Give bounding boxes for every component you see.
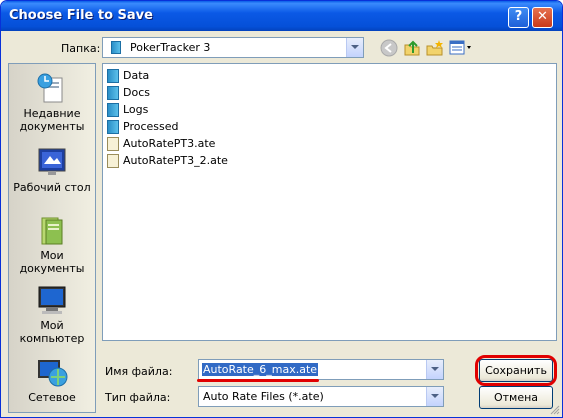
back-icon[interactable] (380, 39, 398, 57)
filename-field[interactable]: AutoRate_6_max.ate (198, 359, 444, 380)
place-desktop[interactable]: Рабочий стол (9, 146, 95, 194)
folder-icon (107, 86, 119, 100)
place-network-label: Сетевое (28, 391, 76, 404)
location-value: PokerTracker 3 (130, 41, 211, 54)
place-recent[interactable]: Недавние документы (9, 72, 95, 133)
network-icon (36, 356, 68, 388)
file-icon (107, 137, 119, 151)
filetype-label: Тип файла: (105, 391, 171, 404)
file-icon (107, 154, 119, 168)
resize-grip-icon[interactable] (550, 405, 560, 415)
new-folder-icon[interactable] (426, 39, 444, 57)
close-button[interactable]: ✕ (532, 7, 553, 28)
save-dialog: Choose File to Save ? ✕ Папка: PokerTrac… (0, 0, 563, 418)
place-desktop-label: Рабочий стол (13, 181, 91, 194)
place-my-computer-label: Мой компьютер (19, 319, 85, 345)
place-my-documents-label: Мои документы (19, 249, 85, 275)
my-documents-icon (36, 214, 68, 246)
annotation-underline (197, 379, 319, 382)
filetype-select[interactable]: Auto Rate Files (*.ate) (198, 386, 444, 407)
file-list[interactable]: Data Docs Logs Processed AutoRatePT3.ate… (102, 63, 557, 341)
desktop-icon (36, 146, 68, 178)
list-item[interactable]: Processed (107, 120, 178, 136)
annotation-circle (475, 355, 557, 386)
chevron-down-icon[interactable] (426, 387, 443, 406)
up-folder-icon[interactable] (403, 39, 421, 57)
place-network[interactable]: Сетевое (9, 356, 95, 404)
recent-documents-icon (36, 72, 68, 104)
cancel-button[interactable]: Отмена (479, 386, 553, 409)
list-item[interactable]: AutoRatePT3_2.ate (107, 154, 228, 170)
list-item[interactable]: Docs (107, 86, 150, 102)
chevron-down-icon[interactable] (346, 38, 363, 57)
location-label: Папка: (61, 42, 101, 55)
location-select[interactable]: PokerTracker 3 (102, 37, 364, 58)
places-bar: Недавние документы Рабочий стол Мои доку… (8, 63, 96, 413)
list-item[interactable]: AutoRatePT3.ate (107, 137, 215, 153)
view-menu-icon[interactable] (449, 39, 473, 57)
place-my-computer[interactable]: Мой компьютер (9, 284, 95, 345)
help-button[interactable]: ? (508, 7, 529, 28)
place-recent-label: Недавние документы (19, 107, 85, 133)
place-my-documents[interactable]: Мои документы (9, 214, 95, 275)
folder-icon (107, 120, 119, 134)
filename-label: Имя файла: (105, 365, 173, 378)
filename-value: AutoRate_6_max.ate (202, 363, 319, 376)
folder-icon (107, 103, 119, 117)
list-item[interactable]: Data (107, 69, 149, 85)
folder-icon (107, 69, 119, 83)
chevron-down-icon[interactable] (426, 360, 443, 379)
window-title: Choose File to Save (9, 8, 153, 23)
folder-icon (111, 41, 121, 54)
list-item[interactable]: Logs (107, 103, 148, 119)
title-bar[interactable]: Choose File to Save ? ✕ (1, 1, 562, 31)
my-computer-icon (36, 284, 68, 316)
filetype-value: Auto Rate Files (*.ate) (203, 390, 324, 403)
